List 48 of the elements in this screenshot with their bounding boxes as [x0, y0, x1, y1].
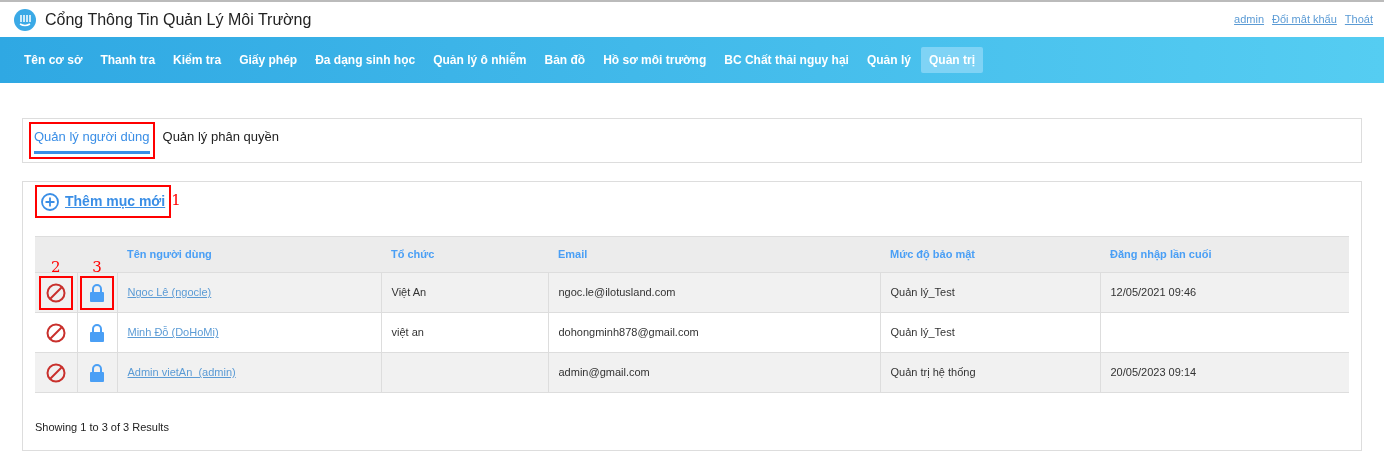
table-cell: Quản trị hệ thống	[880, 352, 1100, 393]
lock-icon[interactable]	[90, 283, 104, 302]
table-cell: Quản lý_Test	[880, 272, 1100, 313]
block-icon[interactable]	[45, 322, 66, 343]
nav-item[interactable]: Bản đồ	[536, 47, 594, 73]
nav-item[interactable]: Quản lý	[858, 47, 919, 73]
header-link[interactable]: admin	[1234, 11, 1265, 28]
table-cell: Quản lý_Test	[880, 312, 1100, 353]
tab[interactable]: Quản lý phân quyền	[162, 127, 279, 154]
user-name-link[interactable]: Ngoc Lê (ngocle)	[127, 286, 212, 299]
header-link[interactable]: Thoát	[1344, 11, 1373, 28]
callout-number: 1	[171, 193, 181, 208]
table-cell: ngoc.le@ilotusland.com	[548, 272, 880, 313]
add-new-button[interactable]: Thêm mục mới	[41, 191, 166, 212]
callout-number: 2	[50, 259, 61, 275]
logo-icon	[14, 8, 36, 31]
nav-item[interactable]: Thanh tra	[92, 47, 164, 73]
site-title: Cổng Thông Tin Quản Lý Môi Trường	[45, 9, 312, 30]
tab[interactable]: Quản lý người dùng	[34, 127, 150, 154]
column-header: Đăng nhập lần cuối	[1110, 248, 1212, 261]
user-name-link[interactable]: Minh Đỗ (DoHoMi)	[127, 326, 219, 339]
column-header: Tổ chức	[391, 248, 435, 261]
block-icon[interactable]	[45, 362, 66, 383]
nav-item[interactable]: Tên cơ sở	[16, 47, 91, 73]
login-time: 20/05/2023 09:14	[1110, 366, 1197, 379]
lock-icon[interactable]	[90, 363, 104, 382]
nav-item[interactable]: Hồ sơ môi trường	[595, 47, 715, 73]
lock-icon[interactable]	[90, 323, 104, 342]
column-header: Email	[558, 248, 588, 261]
table-cell: Việt An	[391, 286, 427, 299]
nav-item[interactable]: BC Chất thải nguy hại	[716, 47, 857, 73]
table-cell: dohongminh878@gmail.com	[548, 312, 880, 353]
nav-item[interactable]: Đa dạng sinh học	[307, 47, 424, 73]
column-header: Mức độ bảo mật	[890, 248, 975, 261]
plus-circle-icon	[41, 192, 59, 211]
nav-item[interactable]: Giấy phép	[231, 47, 306, 73]
header-link[interactable]: Đổi mật khẩu	[1272, 11, 1337, 28]
callout-number: 3	[92, 259, 102, 275]
block-icon[interactable]	[45, 282, 66, 303]
user-name-link[interactable]: Admin vietAn (admin)	[127, 366, 236, 379]
table-cell: việt an	[391, 326, 424, 339]
nav-item[interactable]: Quản trị	[920, 47, 983, 73]
column-header: Tên người dùng	[127, 248, 212, 261]
login-time: 12/05/2021 09:46	[1110, 286, 1197, 299]
nav-item[interactable]: Quản lý ô nhiễm	[425, 47, 535, 73]
results-summary: Showing 1 to 3 of 3 Results	[35, 421, 169, 433]
table-cell: admin@gmail.com	[548, 352, 880, 393]
nav-item[interactable]: Kiểm tra	[165, 47, 230, 73]
